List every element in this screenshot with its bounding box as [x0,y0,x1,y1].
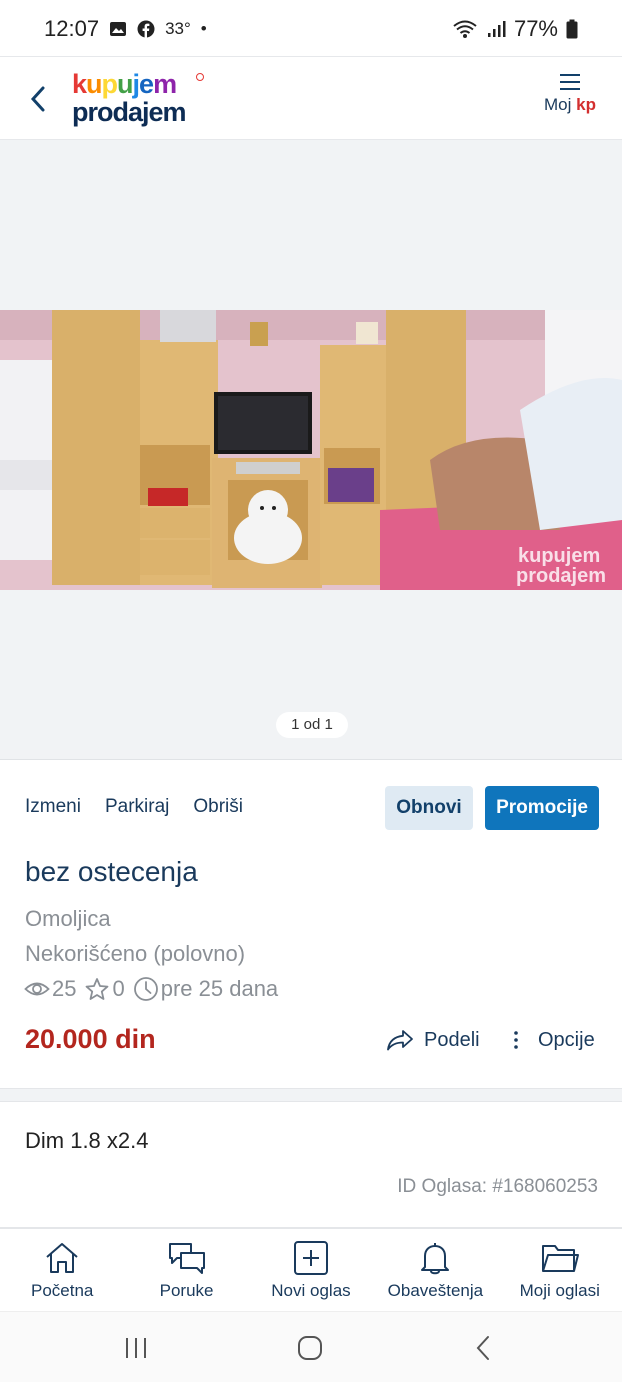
ad-actions-row: Izmeni Parkiraj Obriši Obnovi Promocije [25,784,600,830]
kupujemprodajem-logo[interactable]: kupujem prodajem [70,67,210,129]
promote-button[interactable]: Promocije [485,786,599,830]
ad-age: pre 25 dana [160,976,279,1001]
delete-link[interactable]: Obriši [193,796,243,818]
status-bar: 12:07 33° • 77% [0,0,622,58]
image-counter: 1 od 1 [276,712,348,738]
nav-notifications-label: Obaveštenja [387,1281,484,1300]
ad-id: ID Oglasa: #168060253 [397,1176,598,1197]
status-dot: • [200,19,207,38]
battery-icon [566,19,578,39]
status-temperature: 33° [165,19,191,38]
age-stat: pre 25 dana [133,976,278,1002]
share-icon [387,1030,413,1051]
ad-price: 20.000 din [25,1024,156,1054]
options-label: Opcije [538,1028,595,1051]
furniture-photo-illustration: kupujem prodajem [0,310,622,590]
folder-icon [541,1245,579,1272]
ad-description: Dim 1.8 x2.4 [25,1128,149,1153]
ad-condition: Nekorišćeno (polovno) [25,941,246,966]
eye-icon [24,982,50,996]
listing-photo[interactable]: kupujem prodajem [0,310,622,590]
status-time: 12:07 [44,16,100,41]
home-system-button[interactable] [288,1330,332,1366]
share-button[interactable]: Podeli [386,1028,480,1052]
battery-percentage: 77% [513,16,558,41]
bottom-navigation: Početna Poruke Novi oglas Obaveštenja Mo… [0,1227,622,1311]
favorites-stat: 0 [84,976,125,1002]
svg-text:kupujem: kupujem [72,69,176,99]
system-navigation-bar [0,1311,622,1382]
nav-messages-label: Poruke [159,1281,214,1300]
nav-my-ads-label: Moji oglasi [519,1281,600,1300]
app-header: kupujem prodajem Moj kp [0,56,622,140]
more-vertical-icon [514,1031,518,1049]
recent-apps-button[interactable] [114,1330,158,1366]
messages-icon [168,1243,205,1274]
nav-notifications[interactable]: Obaveštenja [373,1229,497,1311]
watermark-line2: prodajem [516,565,606,587]
home-icon [46,1243,78,1273]
nav-my-ads[interactable]: Moji oglasi [498,1229,622,1311]
svg-text:prodajem: prodajem [72,97,186,127]
park-link[interactable]: Parkiraj [105,796,169,818]
moj-kp-menu-button[interactable]: Moj kp [540,73,600,129]
plus-square-icon [293,1241,328,1275]
share-label: Podeli [424,1028,480,1051]
nav-home[interactable]: Početna [0,1229,124,1311]
views-stat: 25 [24,976,76,1002]
nav-home-label: Početna [31,1281,94,1300]
hamburger-menu-icon [560,74,580,90]
clock-icon [133,977,158,1001]
watermark-line1: kupujem [518,545,600,567]
views-count: 25 [52,976,77,1001]
nav-new-ad-label: Novi oglas [271,1281,351,1300]
star-icon [86,978,109,1000]
nav-messages[interactable]: Poruke [124,1229,248,1311]
favorites-count: 0 [112,976,125,1001]
section-divider [0,1088,622,1102]
facebook-notification-icon [137,20,155,38]
image-gallery[interactable]: kupujem prodajem 1 od 1 [0,140,622,760]
ad-stats: 25 0 pre 25 dana [24,976,286,1002]
ad-location: Omoljica [25,906,111,931]
signal-icon [487,21,506,37]
moj-kp-label: Moj kp [544,95,596,114]
back-chevron-icon [476,1336,489,1360]
recent-apps-icon [126,1338,146,1358]
nav-new-ad[interactable]: Novi oglas [249,1229,373,1311]
chevron-left-icon [30,86,45,112]
ad-title: bez ostecenja [25,856,198,887]
edit-link[interactable]: Izmeni [25,796,81,818]
back-system-button[interactable] [462,1330,506,1366]
back-button[interactable] [20,79,56,119]
bell-icon [421,1243,450,1275]
home-circle-icon [298,1336,322,1360]
options-button[interactable]: Opcije [508,1028,595,1052]
gallery-notification-icon [110,22,127,36]
renew-button[interactable]: Obnovi [385,786,473,830]
wifi-icon [453,20,477,38]
